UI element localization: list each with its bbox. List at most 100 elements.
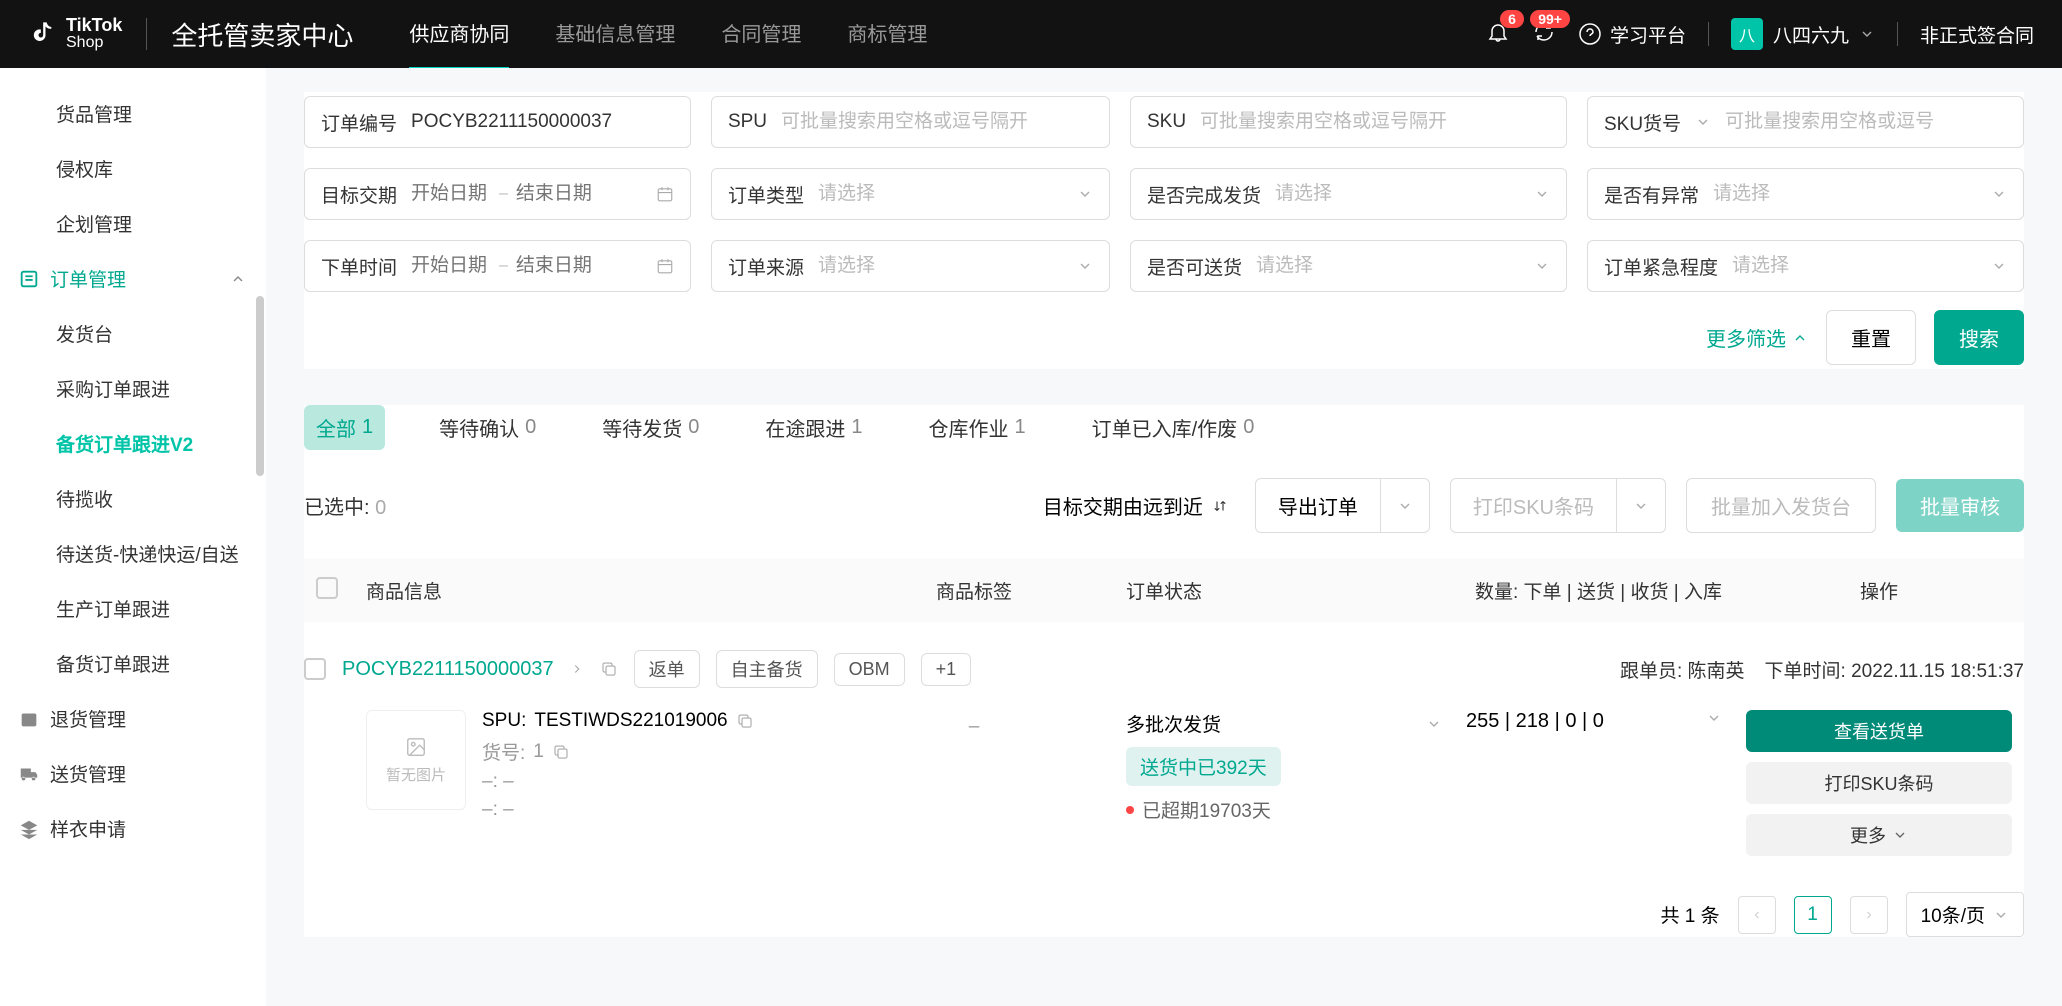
row-checkbox[interactable] (304, 658, 326, 680)
tab-stocked-void[interactable]: 订单已入库/作废0 (1080, 405, 1267, 450)
export-button[interactable]: 导出订单 (1255, 478, 1430, 533)
nav-basic-info[interactable]: 基础信息管理 (555, 18, 675, 70)
end-date-input[interactable] (516, 183, 596, 205)
learn-platform-link[interactable]: 学习平台 (1578, 21, 1686, 48)
filter-sku[interactable]: SKU (1130, 96, 1567, 148)
filter-ship-done[interactable]: 是否完成发货 (1130, 168, 1567, 220)
order-type-select[interactable] (818, 183, 1063, 205)
tab-in-transit[interactable]: 在途跟进1 (753, 405, 874, 450)
status-tabs: 全部1 等待确认0 等待发货0 在途跟进1 仓库作业1 订单已入库/作废0 (304, 405, 2024, 450)
divider (146, 18, 147, 50)
order-end-input[interactable] (516, 255, 596, 277)
chevron-down-icon (1397, 498, 1413, 514)
filter-order-no[interactable]: 订单编号 (304, 96, 691, 148)
reset-button[interactable]: 重置 (1826, 310, 1916, 365)
filter-exception[interactable]: 是否有异常 (1587, 168, 2024, 220)
sidebar-item-ship-desk[interactable]: 发货台 (0, 306, 266, 361)
refresh-button[interactable]: 99+ (1532, 20, 1556, 49)
product-image-placeholder: 暂无图片 (366, 710, 466, 810)
sku-input[interactable] (1200, 111, 1550, 133)
chevron-down-icon (1633, 498, 1649, 514)
prev-page-button[interactable] (1738, 896, 1776, 934)
sidebar-item-stock-track-v2[interactable]: 备货订单跟进V2 (0, 416, 266, 471)
deliverable-select[interactable] (1256, 255, 1520, 277)
scrollbar-thumb[interactable] (256, 296, 264, 476)
sidebar-item-goods[interactable]: 货品管理 (0, 86, 266, 141)
order-time-info: 下单时间: 2022.11.15 18:51:37 (1765, 656, 2024, 683)
tab-await-confirm[interactable]: 等待确认0 (427, 405, 548, 450)
urgency-select[interactable] (1732, 255, 1977, 277)
filter-target-date[interactable]: 目标交期 – (304, 168, 691, 220)
sidebar-item-sample[interactable]: 样衣申请 (0, 801, 266, 856)
sidebar-item-delivery[interactable]: 送货管理 (0, 746, 266, 801)
pagination: 共 1 条 1 10条/页 (304, 892, 2024, 937)
filter-order-type[interactable]: 订单类型 (711, 168, 1110, 220)
chip-more[interactable]: +1 (921, 653, 972, 686)
batch-review-button[interactable]: 批量审核 (1896, 479, 2024, 532)
tab-warehouse[interactable]: 仓库作业1 (917, 405, 1038, 450)
warning-dot-icon (1126, 806, 1134, 814)
more-filters-toggle[interactable]: 更多筛选 (1706, 323, 1808, 352)
order-start-input[interactable] (411, 255, 491, 277)
tab-await-ship[interactable]: 等待发货0 (590, 405, 711, 450)
calendar-icon (656, 257, 674, 275)
sidebar-item-order-mgmt[interactable]: 订单管理 (0, 251, 266, 306)
view-delivery-button[interactable]: 查看送货单 (1746, 710, 2012, 752)
chevron-down-icon[interactable] (1706, 710, 1722, 726)
chevron-down-icon (1077, 186, 1093, 202)
chevron-down-icon[interactable] (1426, 716, 1442, 732)
chip-reorder: 返单 (634, 650, 700, 688)
sidebar-item-pending-delivery[interactable]: 待送货-快递快运/自送 (0, 526, 266, 581)
toolbar: 已选中: 0 目标交期由远到近 导出订单 打印SKU条码 批量加入发货台 批量 (304, 478, 2024, 533)
sidebar-item-production-track[interactable]: 生产订单跟进 (0, 581, 266, 636)
list-icon (18, 268, 40, 290)
page-1-button[interactable]: 1 (1794, 896, 1832, 934)
filter-sku-code[interactable]: SKU货号 (1587, 96, 2024, 148)
user-avatar: 八 (1731, 18, 1763, 50)
batch-ship-button[interactable]: 批量加入发货台 (1686, 478, 1876, 533)
start-date-input[interactable] (411, 183, 491, 205)
more-actions-button[interactable]: 更多 (1746, 814, 2012, 856)
nav-trademark[interactable]: 商标管理 (847, 18, 927, 70)
spu-input[interactable] (781, 111, 1093, 133)
chevron-down-icon (1534, 258, 1550, 274)
filter-order-time[interactable]: 下单时间 – (304, 240, 691, 292)
chevron-down-icon (1695, 114, 1711, 130)
sidebar-item-pending-pickup[interactable]: 待揽收 (0, 471, 266, 526)
copy-icon[interactable] (600, 660, 618, 678)
filter-source[interactable]: 订单来源 (711, 240, 1110, 292)
chevron-down-icon (1993, 907, 2009, 923)
ship-done-select[interactable] (1275, 183, 1520, 205)
contract-status: 非正式签合同 (1920, 21, 2034, 48)
tab-all[interactable]: 全部1 (304, 405, 385, 450)
copy-icon[interactable] (552, 743, 570, 761)
source-select[interactable] (818, 255, 1063, 277)
sort-dropdown[interactable]: 目标交期由远到近 (1043, 491, 1229, 520)
copy-icon[interactable] (736, 712, 754, 730)
filter-urgency[interactable]: 订单紧急程度 (1587, 240, 2024, 292)
sidebar-item-planning[interactable]: 企划管理 (0, 196, 266, 251)
nav-contract[interactable]: 合同管理 (721, 18, 801, 70)
print-sku-row-button[interactable]: 打印SKU条码 (1746, 762, 2012, 804)
exception-select[interactable] (1713, 183, 1977, 205)
sidebar-item-purchase-track[interactable]: 采购订单跟进 (0, 361, 266, 416)
page-size-select[interactable]: 10条/页 (1906, 892, 2024, 937)
order-no-input[interactable] (411, 111, 674, 133)
sku-code-input[interactable] (1725, 111, 2007, 133)
tracker-info: 跟单员: 陈南英 (1620, 656, 1745, 683)
sidebar-item-infringement[interactable]: 侵权库 (0, 141, 266, 196)
next-page-button[interactable] (1850, 896, 1888, 934)
notifications-button[interactable]: 6 (1486, 20, 1510, 49)
sidebar-item-returns[interactable]: 退货管理 (0, 691, 266, 746)
nav-supplier-collab[interactable]: 供应商协同 (409, 18, 509, 70)
search-button[interactable]: 搜索 (1934, 310, 2024, 365)
content-area: 订单编号 SPU SKU SKU货号 目标交期 (266, 68, 2062, 1006)
print-sku-button[interactable]: 打印SKU条码 (1450, 478, 1666, 533)
refresh-badge: 99+ (1530, 10, 1570, 28)
user-menu[interactable]: 八 八四六九 (1731, 18, 1875, 50)
sidebar-item-stock-track[interactable]: 备货订单跟进 (0, 636, 266, 691)
filter-spu[interactable]: SPU (711, 96, 1110, 148)
filter-deliverable[interactable]: 是否可送货 (1130, 240, 1567, 292)
order-id-link[interactable]: POCYB2211150000037 (342, 658, 554, 681)
select-all-checkbox[interactable] (316, 577, 338, 599)
